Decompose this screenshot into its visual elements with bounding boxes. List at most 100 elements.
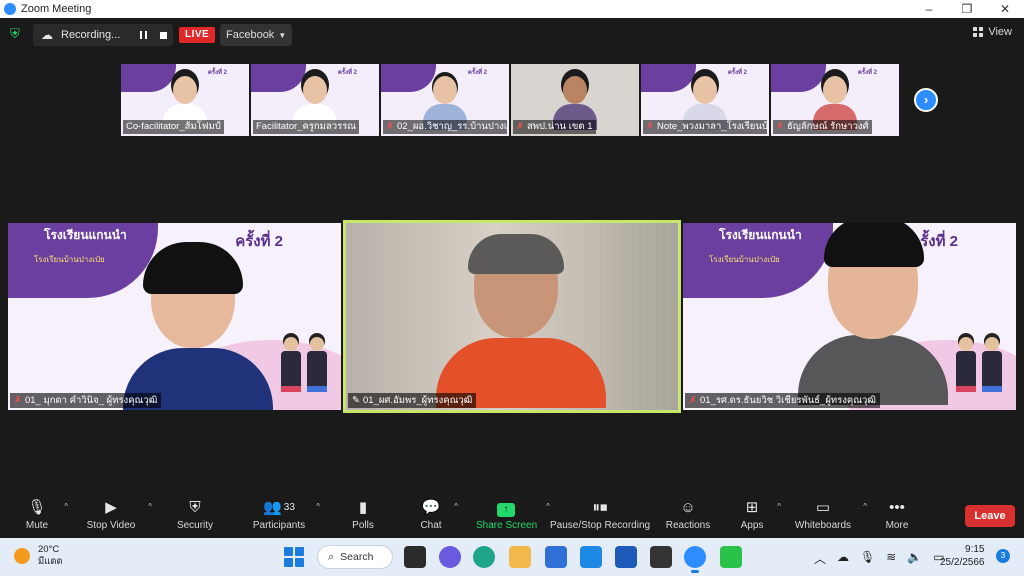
video-tile[interactable]: โรงเรียนแกนนำ โรงเรียนบ้านปางเป๋ย ครั้งท… — [8, 223, 341, 410]
polls-button[interactable]: ▮ Polls — [350, 498, 376, 536]
participant-name: 01_รศ.ดร.ธันยวิช วิเชียรพันธ์_ผู้ทรงคุณว… — [699, 395, 876, 406]
security-button[interactable]: ⛨ Security — [175, 498, 215, 536]
mail-icon[interactable] — [580, 546, 602, 568]
task-view-icon[interactable] — [404, 546, 426, 568]
participant-thumbnail[interactable]: ครั้งที่ 2 ✗02_ผอ.วิชาญ_รร.บ้านปางเป... — [381, 64, 509, 136]
mic-muted-icon: ✗ — [516, 121, 524, 132]
chevron-up-icon[interactable]: ^ — [454, 502, 458, 511]
chevron-up-icon[interactable]: ^ — [316, 502, 320, 511]
chevron-up-icon[interactable]: ^ — [148, 502, 152, 511]
mic-muted-icon: ✗ — [689, 395, 697, 406]
notes-app-icon[interactable] — [650, 546, 672, 568]
participants-button[interactable]: 👥 33 Participants ^ — [252, 498, 320, 536]
mic-muted-icon: ✗ — [776, 121, 784, 132]
notification-badge[interactable]: 3 — [996, 549, 1010, 563]
word-icon[interactable] — [615, 546, 637, 568]
next-page-arrow-icon[interactable]: › — [914, 88, 938, 112]
share-screen-icon: ↑ — [476, 498, 536, 518]
cloud-icon[interactable]: ☁ — [837, 550, 849, 567]
share-screen-label: Share Screen — [476, 520, 538, 531]
participant-thumbnail[interactable]: ✗ สพป.น่าน เขต 1 — [511, 64, 639, 136]
banner-title: โรงเรียนแกนนำ — [44, 228, 127, 242]
participant-name: ธัญลักษณ์ รักษาวงศ์ — [786, 121, 869, 132]
leave-button[interactable]: Leave — [965, 505, 1015, 527]
participant-thumbnail[interactable]: ครั้งที่ 2 ✗ ธัญลักษณ์ รักษาวงศ์ — [771, 64, 899, 136]
line-app-icon[interactable] — [720, 546, 742, 568]
stop-video-button[interactable]: ▶ Stop Video ^ — [84, 498, 152, 536]
participant-video — [163, 76, 207, 130]
start-button[interactable] — [284, 547, 304, 567]
participant-nameplate: ✗ สพป.น่าน เขต 1 — [513, 120, 596, 134]
chat-button[interactable]: 💬 Chat ^ — [418, 498, 458, 536]
participant-nameplate: ✗ Note_พวงมาลา_โรงเรียนบ้... — [643, 120, 767, 134]
meeting-area: ⛨ ☁ Recording... LIVE Facebook ▼ View ครั… — [0, 18, 1024, 492]
whiteboards-label: Whiteboards — [794, 520, 852, 531]
microphone-icon[interactable]: 🎙 — [860, 550, 875, 567]
pause-icon — [139, 31, 147, 39]
participant-thumbnail[interactable]: ครั้งที่ 2 Co-facilitator_ส้มโฟมป์ — [121, 64, 249, 136]
speaker-icon[interactable]: 🔈 — [907, 550, 922, 567]
store-icon[interactable] — [545, 546, 567, 568]
chevron-up-icon[interactable]: ^ — [863, 502, 867, 511]
chevron-up-icon[interactable]: ︿ — [814, 550, 826, 567]
weather-widget[interactable]: 20°C มีแดด — [14, 544, 63, 568]
weather-description: มีแดด — [38, 556, 63, 567]
video-tile[interactable]: โรงเรียนแกนนำ โรงเรียนบ้านปางเป๋ย ครั้งท… — [683, 223, 1016, 410]
stream-target-dropdown[interactable]: Facebook ▼ — [220, 24, 293, 46]
search-label: Search — [340, 551, 374, 563]
wifi-icon[interactable]: ≋ — [886, 550, 896, 567]
mic-muted-icon: ✗ — [646, 121, 654, 132]
participant-nameplate: ✎ 01_ผศ.อัมพร_ผู้ทรงคุณวุฒิ — [348, 393, 477, 408]
whiteboards-button[interactable]: ▭ Whiteboards ^ — [793, 498, 867, 536]
view-button[interactable]: View — [973, 26, 1012, 38]
edge-browser-icon[interactable] — [473, 546, 495, 568]
maximize-button[interactable]: ❐ — [948, 2, 986, 16]
minimize-button[interactable]: – — [910, 2, 948, 16]
participants-icon: 👥 33 — [263, 499, 295, 516]
participant-thumbnail[interactable]: ครั้งที่ 2 ✗ Note_พวงมาลา_โรงเรียนบ้... — [641, 64, 769, 136]
pause-recording-button[interactable] — [133, 24, 153, 46]
round-tag: ครั้งที่ 2 — [467, 70, 487, 76]
chat-app-icon[interactable] — [439, 546, 461, 568]
close-button[interactable]: ✕ — [986, 2, 1024, 16]
meeting-topbar: ⛨ ☁ Recording... LIVE Facebook ▼ View — [0, 24, 1024, 46]
participant-video — [123, 242, 273, 410]
participant-name: Facilitator_ครูกมลวรรณ — [256, 121, 357, 132]
apps-button[interactable]: ⊞ Apps ^ — [737, 498, 781, 536]
file-explorer-icon[interactable] — [509, 546, 531, 568]
mic-muted-icon: ✗ — [386, 121, 394, 132]
mic-icon: ✎ — [352, 395, 360, 406]
round-tag: ครั้งที่ 2 — [727, 70, 747, 76]
clock-time: 9:15 — [965, 544, 985, 555]
meeting-toolbar: 🎙 Mute ^ ▶ Stop Video ^ ⛨ Security 👥 33 P… — [0, 492, 1024, 538]
participant-thumbnail[interactable]: ครั้งที่ 2 Facilitator_ครูกมลวรรณ — [251, 64, 379, 136]
apps-label: Apps — [740, 520, 764, 531]
chevron-up-icon[interactable]: ^ — [777, 502, 781, 511]
live-badge[interactable]: LIVE — [179, 27, 216, 43]
taskbar-clock[interactable]: 9:15 25/2/2566 — [940, 543, 985, 569]
view-label: View — [988, 26, 1012, 38]
round-tag: ครั้งที่ 2 — [207, 70, 227, 76]
share-screen-button[interactable]: ↑ Share Screen ^ — [476, 498, 550, 536]
mute-button[interactable]: 🎙 Mute ^ — [20, 498, 68, 536]
stop-recording-button[interactable] — [153, 24, 173, 46]
recording-indicator: ☁ Recording... — [33, 24, 173, 46]
chevron-up-icon[interactable]: ^ — [64, 502, 68, 511]
round-tag: ครั้งที่ 2 — [857, 70, 877, 76]
stream-target-label: Facebook — [226, 29, 275, 41]
participant-nameplate: Facilitator_ครูกมลวรรณ — [253, 120, 360, 134]
taskbar-search[interactable]: ⌕ Search — [317, 545, 393, 569]
active-speaker-tile[interactable]: ✎ 01_ผศ.อัมพร_ผู้ทรงคุณวุฒิ — [343, 220, 681, 413]
zoom-logo-icon — [4, 3, 16, 15]
participant-video — [293, 76, 337, 130]
participant-video — [423, 76, 467, 130]
microphone-icon: 🎙 — [27, 499, 47, 516]
banner-subtitle: โรงเรียนบ้านปางเป๋ย — [34, 255, 105, 264]
zoom-app-icon[interactable] — [684, 546, 706, 573]
pause-stop-recording-button[interactable]: ⏸⏹ Pause/Stop Recording — [550, 498, 650, 536]
encryption-shield-icon[interactable]: ⛨ — [10, 27, 22, 41]
reactions-button[interactable]: ☺ Reactions — [664, 498, 712, 536]
participant-name: 01_ มุกดา คำวินิจ_ ผู้ทรงคุณวุฒิ — [24, 395, 158, 406]
more-button[interactable]: ••• More — [882, 498, 912, 536]
mascot-illustration — [956, 332, 1006, 392]
